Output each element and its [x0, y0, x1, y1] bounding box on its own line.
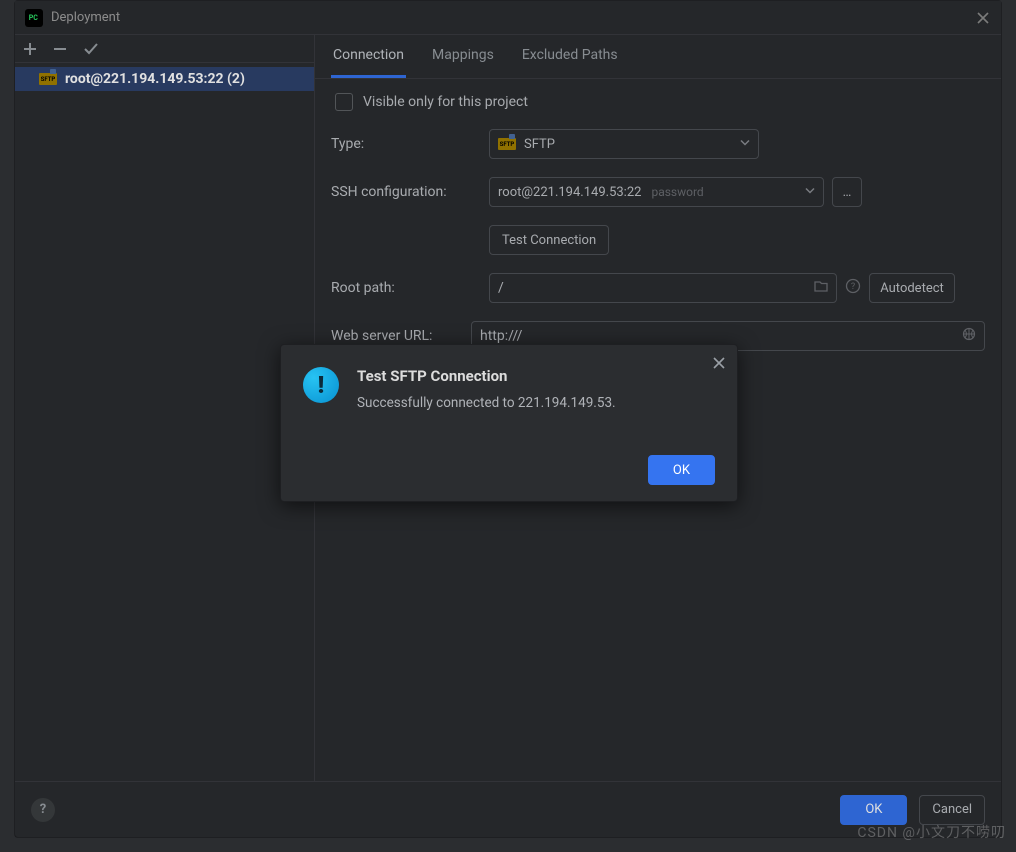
autodetect-button[interactable]: Autodetect	[869, 273, 955, 303]
modal-message: Successfully connected to 221.194.149.53…	[357, 395, 616, 411]
close-icon[interactable]	[975, 10, 991, 26]
modal-ok-button[interactable]: OK	[648, 455, 715, 485]
root-path-label: Root path:	[331, 280, 481, 296]
svg-text:?: ?	[851, 282, 855, 292]
modal-title: Test SFTP Connection	[357, 367, 616, 385]
type-select[interactable]: SFTP SFTP	[489, 129, 759, 159]
sftp-icon: SFTP	[39, 72, 57, 86]
ssh-config-select[interactable]: root@221.194.149.53:22 password	[489, 177, 824, 207]
info-icon: !	[303, 367, 339, 403]
root-path-row: Root path: / ? Autodetect	[331, 273, 985, 303]
web-url-value: http:///	[480, 328, 522, 344]
close-icon[interactable]	[713, 357, 725, 373]
remove-icon[interactable]	[53, 42, 67, 56]
root-path-input[interactable]: /	[489, 273, 837, 303]
window-title: Deployment	[51, 10, 120, 25]
ssh-config-hint: password	[651, 185, 703, 199]
tab-connection[interactable]: Connection	[331, 35, 406, 78]
test-connection-modal: ! Test SFTP Connection Successfully conn…	[280, 344, 738, 502]
chevron-down-icon	[740, 137, 750, 152]
type-row: Type: SFTP SFTP	[331, 129, 985, 159]
cancel-button[interactable]: Cancel	[919, 795, 985, 825]
test-connection-button[interactable]: Test Connection	[489, 225, 609, 255]
web-url-label: Web server URL:	[331, 328, 463, 344]
svg-text:PC: PC	[29, 13, 39, 21]
dialog-footer: ? OK Cancel	[15, 781, 1001, 837]
ssh-config-label: SSH configuration:	[331, 184, 481, 200]
visible-only-checkbox[interactable]	[335, 93, 353, 111]
globe-icon[interactable]	[962, 327, 976, 345]
ssh-config-edit-button[interactable]: …	[832, 177, 862, 207]
tabs: Connection Mappings Excluded Paths	[315, 35, 1001, 79]
sidebar-toolbar	[15, 35, 314, 63]
sidebar: SFTP root@221.194.149.53:22 (2)	[15, 35, 315, 781]
help-button[interactable]: ?	[31, 798, 55, 822]
watermark: CSDN @小文刀不唠叨	[857, 822, 1006, 842]
pycharm-app-icon: PC	[25, 9, 43, 27]
titlebar: PC Deployment	[15, 1, 1001, 35]
ssh-config-row: SSH configuration: root@221.194.149.53:2…	[331, 177, 985, 207]
root-path-value: /	[498, 280, 504, 296]
sftp-icon: SFTP	[498, 137, 516, 151]
server-item-label: root@221.194.149.53:22 (2)	[65, 71, 245, 87]
folder-icon[interactable]	[814, 279, 828, 297]
visible-only-label: Visible only for this project	[363, 94, 528, 110]
chevron-down-icon	[805, 185, 815, 200]
apply-icon[interactable]	[83, 41, 99, 57]
type-value: SFTP	[524, 137, 555, 152]
add-icon[interactable]	[23, 42, 37, 56]
ok-button[interactable]: OK	[840, 795, 907, 825]
visible-only-row: Visible only for this project	[331, 93, 985, 111]
tab-excluded-paths[interactable]: Excluded Paths	[520, 35, 620, 78]
server-list: SFTP root@221.194.149.53:22 (2)	[15, 63, 314, 781]
help-icon[interactable]: ?	[845, 278, 861, 298]
test-connection-row: Test Connection	[331, 225, 985, 255]
connection-form: Visible only for this project Type: SFTP…	[315, 79, 1001, 365]
ssh-config-value: root@221.194.149.53:22	[498, 185, 641, 200]
server-item-selected[interactable]: SFTP root@221.194.149.53:22 (2)	[15, 67, 314, 91]
type-label: Type:	[331, 136, 481, 152]
tab-mappings[interactable]: Mappings	[430, 35, 496, 78]
